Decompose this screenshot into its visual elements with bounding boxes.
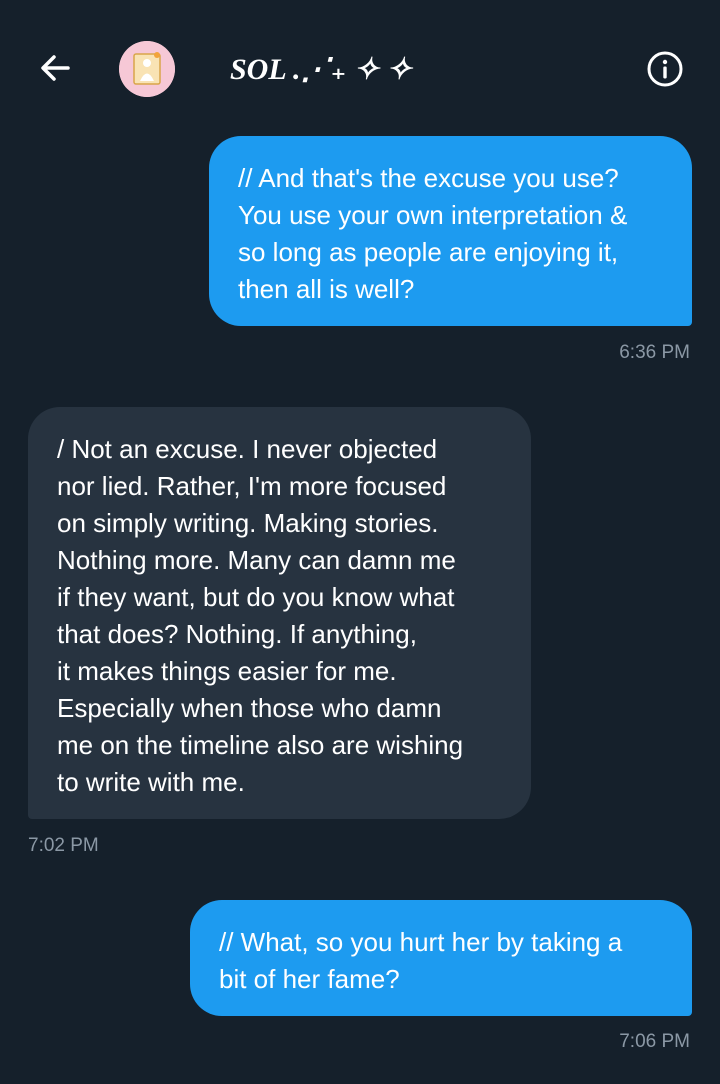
message-text-line: Especially when those who damn (57, 693, 442, 723)
message-text-line: it makes things easier for me. (57, 656, 397, 686)
message-bubble-received[interactable]: / Not an excuse. I never objected nor li… (28, 407, 531, 819)
conversation-header: SOL .⋰₊ ✧ ✧ (0, 0, 720, 120)
message-text-line: / Not an excuse. I never objected (57, 434, 438, 464)
message-text-line: bit of her fame? (219, 964, 400, 994)
message-text-line: // What, so you hurt her by taking a (219, 927, 623, 957)
message-text-line: Nothing more. Many can damn me (57, 545, 456, 575)
message-text-line: that does? Nothing. If anything, (57, 619, 417, 649)
message-timestamp: 7:06 PM (619, 1031, 690, 1052)
info-button[interactable] (646, 50, 684, 88)
message-text-line: me on the timeline also are wishing (57, 730, 464, 760)
message-text-line: then all is well? (238, 274, 415, 304)
info-circle-icon (647, 51, 683, 87)
message-text-line: // And that's the excuse you use? (238, 163, 619, 193)
message-text-line: nor lied. Rather, I'm more focused (57, 471, 447, 501)
message-bubble-sent[interactable]: // And that's the excuse you use? You us… (209, 136, 692, 326)
message-text-line: on simply writing. Making stories. (57, 508, 439, 538)
message-timestamp: 7:02 PM (28, 835, 99, 856)
avatar[interactable] (119, 41, 175, 97)
message-bubble-sent[interactable]: // What, so you hurt her by taking a bit… (190, 900, 692, 1016)
back-button[interactable] (36, 48, 76, 88)
message-timestamp: 6:36 PM (619, 342, 690, 363)
arrow-left-icon (41, 55, 70, 81)
message-text-line: if they want, but do you know what (57, 582, 455, 612)
message-text-line: to write with me. (57, 767, 245, 797)
conversation-title[interactable]: SOL .⋰₊ ✧ ✧ (230, 52, 412, 88)
avatar-image (119, 41, 175, 97)
message-text-line: You use your own interpretation & (238, 200, 628, 230)
message-text-line: so long as people are enjoying it, (238, 237, 619, 267)
